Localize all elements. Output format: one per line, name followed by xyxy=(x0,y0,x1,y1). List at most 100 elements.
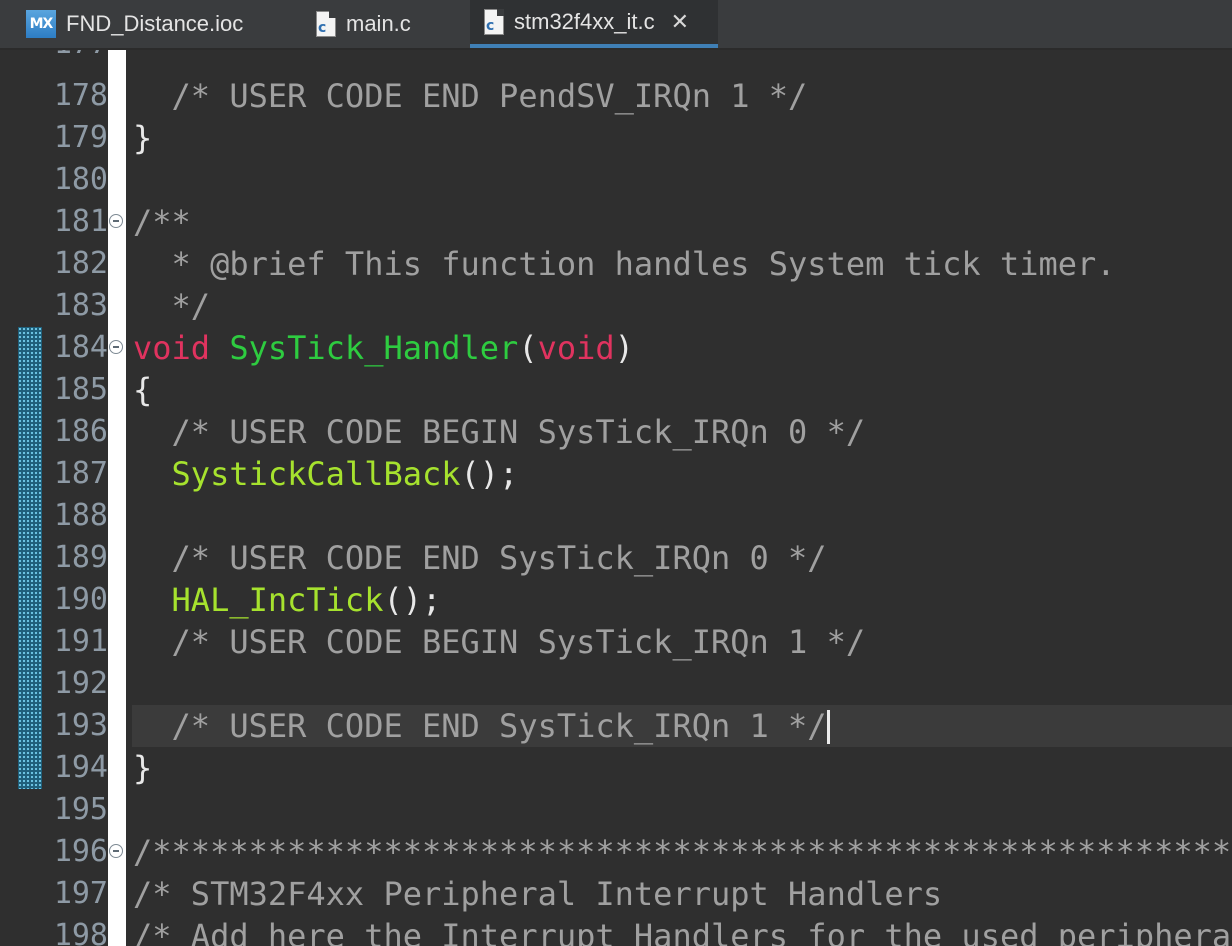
code-token-comment: /* USER CODE END PendSV_IRQn 1 */ xyxy=(133,77,808,115)
code-line[interactable]: 186 /* USER CODE BEGIN SysTick_IRQn 0 */ xyxy=(0,411,1232,453)
code-token-comment: /* USER CODE BEGIN SysTick_IRQn 1 */ xyxy=(133,623,866,661)
code-text: /* USER CODE END SysTick_IRQn 1 */ xyxy=(133,705,830,747)
line-number: 194 xyxy=(53,750,108,785)
code-line[interactable]: 184 void SysTick_Handler(void) xyxy=(0,327,1232,369)
tab-bar-left-strip xyxy=(0,0,18,48)
code-line[interactable]: 183 */ xyxy=(0,285,1232,327)
line-number: 177 xyxy=(40,50,108,65)
line-number: 187 xyxy=(53,456,108,491)
tab-main-c[interactable]: c main.c xyxy=(316,0,466,48)
code-text: HAL_IncTick(); xyxy=(133,579,442,621)
line-number: 191 xyxy=(53,624,108,659)
fold-toggle-icon[interactable] xyxy=(109,340,123,354)
code-token-comment: /* STM32F4xx Peripheral Interrupt Handle… xyxy=(133,875,943,913)
code-token-comment: /* USER CODE END SysTick_IRQn 0 */ xyxy=(133,539,827,577)
code-token-punct: (); xyxy=(460,455,519,493)
code-line[interactable]: 182 * @brief This function handles Syste… xyxy=(0,243,1232,285)
code-line[interactable]: 190 HAL_IncTick(); xyxy=(0,579,1232,621)
code-line[interactable]: 180 xyxy=(0,159,1232,201)
code-editor[interactable]: 177 178 /* USER CODE END PendSV_IRQn 1 *… xyxy=(0,50,1232,946)
line-number: 193 xyxy=(53,708,108,743)
code-line[interactable]: 196 /************************************… xyxy=(0,831,1232,873)
c-file-icon: c xyxy=(484,9,504,35)
line-number: 189 xyxy=(53,540,108,575)
close-icon[interactable]: ✕ xyxy=(671,10,689,35)
code-line[interactable]: 185 { xyxy=(0,369,1232,411)
code-line[interactable]: 189 /* USER CODE END SysTick_IRQn 0 */ xyxy=(0,537,1232,579)
code-token-punct: ( xyxy=(518,329,538,367)
code-token-comment: /** xyxy=(133,203,191,241)
code-text: /* USER CODE END PendSV_IRQn 1 */ xyxy=(133,75,808,117)
code-text: /* STM32F4xx Peripheral Interrupt Handle… xyxy=(133,873,1232,915)
tab-label: FND_Distance.ioc xyxy=(66,11,244,36)
line-number: 185 xyxy=(53,372,108,407)
c-file-icon: c xyxy=(316,11,336,37)
code-line[interactable]: 193 /* USER CODE END SysTick_IRQn 1 */ xyxy=(0,705,1232,747)
code-token-punct: { xyxy=(133,371,153,409)
line-number: 178 xyxy=(53,78,108,113)
code-line[interactable]: 178 /* USER CODE END PendSV_IRQn 1 */ xyxy=(0,75,1232,117)
line-number: 198 xyxy=(53,918,108,946)
line-number: 179 xyxy=(53,120,108,155)
code-text: } xyxy=(133,747,152,789)
tab-label: main.c xyxy=(346,11,411,36)
code-token-comment: /* USER CODE END SysTick_IRQn 1 */ xyxy=(133,707,827,745)
code-line[interactable]: 191 /* USER CODE BEGIN SysTick_IRQn 1 */ xyxy=(0,621,1232,663)
line-number: 190 xyxy=(53,582,108,617)
line-number: 197 xyxy=(53,876,108,911)
code-token-func-call: HAL_IncTick xyxy=(171,581,384,619)
ide-window: MX FND_Distance.ioc c main.c c stm32f4xx… xyxy=(0,0,1232,946)
code-line[interactable]: 187 SystickCallBack(); xyxy=(0,453,1232,495)
fold-toggle-icon[interactable] xyxy=(109,214,123,228)
code-text: * @brief This function handles System ti… xyxy=(133,243,1116,285)
code-token-comment: /* USER CODE BEGIN SysTick_IRQn 0 */ xyxy=(133,413,866,451)
code-line[interactable]: 188 xyxy=(0,495,1232,537)
code-token-comment: */ xyxy=(133,287,211,325)
code-line[interactable]: 179} xyxy=(0,117,1232,159)
code-text: /* USER CODE BEGIN SysTick_IRQn 1 */ xyxy=(133,621,866,663)
line-number: 184 xyxy=(53,330,108,365)
line-number: 195 xyxy=(53,792,108,827)
code-token-punct: ) xyxy=(614,329,634,367)
line-number: 188 xyxy=(53,498,108,533)
code-line[interactable]: 181 /** xyxy=(0,201,1232,243)
mx-file-icon: MX xyxy=(26,10,56,38)
line-number: 182 xyxy=(53,246,108,281)
code-text: { xyxy=(133,369,152,411)
c-file-icon-letter: c xyxy=(486,18,495,34)
tab-fnd-distance-ioc[interactable]: MX FND_Distance.ioc xyxy=(26,0,290,48)
code-text: /** xyxy=(133,201,191,243)
code-token-punct: } xyxy=(133,749,153,787)
tab-stm32f4xx-it-c[interactable]: c stm32f4xx_it.c ✕ xyxy=(470,0,718,48)
code-text: SystickCallBack(); xyxy=(133,453,519,495)
tab-label: stm32f4xx_it.c xyxy=(514,9,655,34)
fold-toggle-icon[interactable] xyxy=(109,844,123,858)
code-line[interactable]: 198 /* Add here the Interrupt Handlers fo… xyxy=(0,915,1232,946)
code-text: */ xyxy=(133,285,211,327)
code-line-partial: 177 xyxy=(0,50,1232,65)
line-number: 183 xyxy=(53,288,108,323)
code-token-comment: * @brief This function handles System ti… xyxy=(133,245,1116,283)
code-line[interactable]: 195 xyxy=(0,789,1232,831)
code-token-keyword: void xyxy=(537,329,615,367)
text-caret xyxy=(826,710,830,744)
code-line[interactable]: 197 /* STM32F4xx Peripheral Interrupt Han… xyxy=(0,873,1232,915)
code-token-comment: /* Add here the Interrupt Handlers for t… xyxy=(133,917,1232,946)
code-text: void SysTick_Handler(void) xyxy=(133,327,634,369)
code-token-func-call: SystickCallBack xyxy=(171,455,461,493)
c-file-icon-letter: c xyxy=(318,20,327,36)
code-text: /* USER CODE END SysTick_IRQn 0 */ xyxy=(133,537,827,579)
code-token-punct: } xyxy=(133,119,153,157)
line-number: 192 xyxy=(53,666,108,701)
line-number: 181 xyxy=(53,204,108,239)
editor-tab-bar: MX FND_Distance.ioc c main.c c stm32f4xx… xyxy=(0,0,1232,50)
code-line[interactable]: 192 xyxy=(0,663,1232,705)
code-token-func-decl: SysTick_Handler xyxy=(229,329,519,367)
code-line[interactable]: 194} xyxy=(0,747,1232,789)
code-token-punct: (); xyxy=(383,581,442,619)
code-token-keyword: void xyxy=(133,329,211,367)
code-token-comment: /***************************************… xyxy=(133,833,1232,871)
